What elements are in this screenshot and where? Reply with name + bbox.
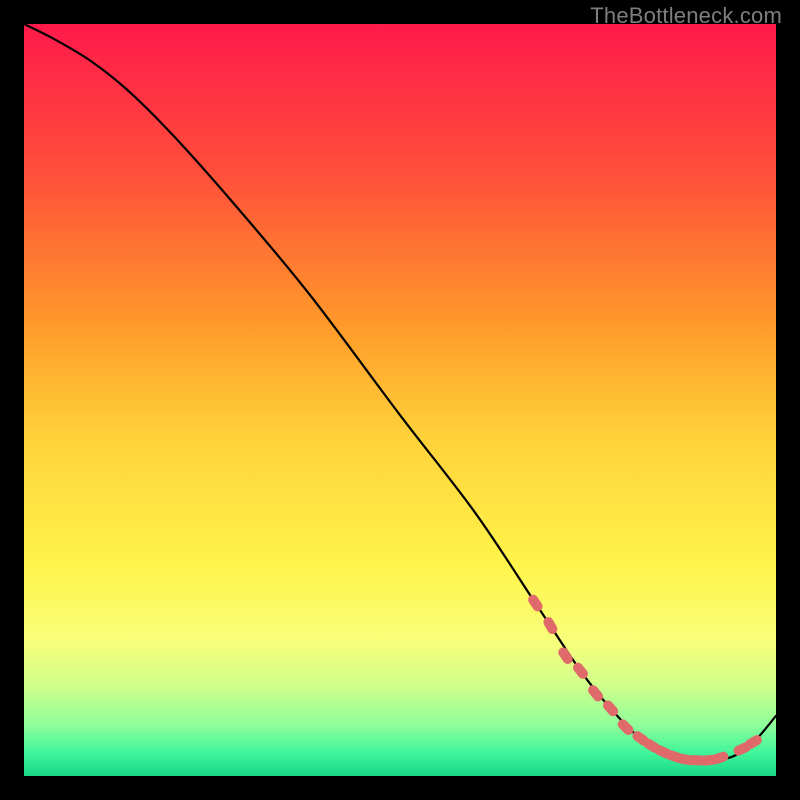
chart-stage: TheBottleneck.com: [0, 0, 800, 800]
watermark-text: TheBottleneck.com: [590, 3, 782, 29]
chart-plot-area: [24, 24, 776, 776]
bottleneck-chart: [24, 24, 776, 776]
